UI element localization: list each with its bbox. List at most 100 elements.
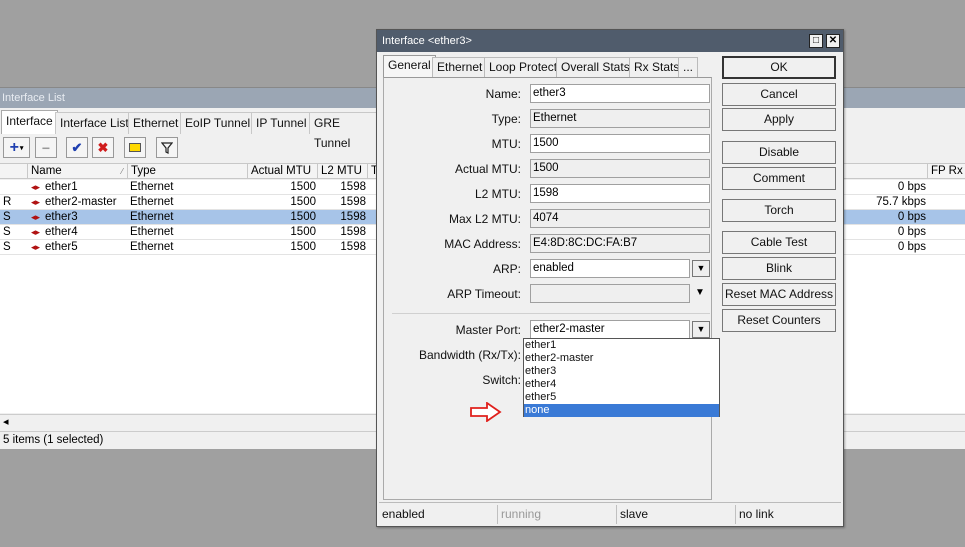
type-field: Ethernet — [530, 109, 710, 128]
row-l2-mtu: 1598 — [340, 196, 366, 208]
filter-button[interactable] — [156, 137, 178, 158]
row-actual-mtu: 1500 — [290, 241, 316, 253]
enable-button[interactable]: ✔ — [66, 137, 88, 158]
col-actual-mtu[interactable]: Actual MTU — [248, 164, 318, 179]
actual-mtu-label: Actual MTU: — [454, 162, 521, 176]
reset-counters-button[interactable]: Reset Counters — [722, 309, 836, 332]
tab-ip-tunnel[interactable]: IP Tunnel — [251, 112, 312, 134]
arp-timeout-chevron-down-icon[interactable]: ▼ — [695, 288, 705, 298]
max-l2-mtu-field: 4074 — [530, 209, 710, 228]
add-button[interactable]: + ▾ — [3, 137, 30, 158]
status-enabled: enabled — [379, 505, 498, 524]
x-icon: ✖ — [97, 139, 109, 155]
dropdown-option[interactable]: none — [524, 404, 719, 417]
row-rate: 0 bps — [897, 181, 926, 193]
tab-general[interactable]: General — [383, 55, 436, 78]
tab-rx-stats[interactable]: Rx Stats — [629, 57, 685, 77]
tab-interface[interactable]: Interface — [1, 110, 58, 134]
status-slave: slave — [617, 505, 736, 524]
dialog-title[interactable]: Interface <ether3> — [377, 30, 843, 52]
separator — [392, 313, 710, 314]
torch-button[interactable]: Torch — [722, 199, 836, 222]
row-l2-mtu: 1598 — [340, 181, 366, 193]
dialog-tab-bar: General Ethernet Loop Protect Overall St… — [383, 55, 713, 78]
col-fp-rx[interactable]: FP Rx — [928, 164, 965, 179]
general-panel: Name: ether3 Type: Ethernet MTU: 1500 Ac… — [383, 77, 712, 500]
mac-address-label: MAC Address: — [444, 237, 521, 251]
dropdown-option[interactable]: ether2-master — [524, 352, 719, 365]
dropdown-option[interactable]: ether3 — [524, 365, 719, 378]
row-name: ether3 — [45, 211, 78, 223]
col-name-label: Name — [31, 165, 62, 177]
dropdown-option[interactable]: ether1 — [524, 339, 719, 352]
tab-bar: Interface Interface List Ethernet EoIP T… — [0, 110, 380, 150]
col-name[interactable]: Name ⁄ — [28, 164, 128, 179]
close-icon[interactable]: ✕ — [826, 34, 840, 48]
ok-button[interactable]: OK — [722, 56, 836, 79]
row-type: Ethernet — [130, 226, 174, 238]
remove-button[interactable]: − — [35, 137, 57, 158]
master-port-options: ether1 ether2-master ether3 ether4 ether5 non… — [523, 338, 720, 417]
tab-loop-protect[interactable]: Loop Protect — [484, 57, 563, 77]
row-flag: S — [3, 226, 11, 238]
disable-button[interactable]: ✖ — [92, 137, 114, 158]
dropdown-option[interactable]: ether4 — [524, 378, 719, 391]
remove-icon: − — [41, 139, 51, 156]
mtu-label: MTU: — [491, 137, 521, 151]
blink-button[interactable]: Blink — [722, 257, 836, 280]
reset-mac-address-button[interactable]: Reset MAC Address — [722, 283, 836, 306]
tab-ethernet[interactable]: Ethernet — [432, 57, 488, 77]
mtu-input[interactable]: 1500 — [530, 134, 710, 153]
tab-interface-list[interactable]: Interface List — [55, 112, 134, 134]
cancel-button[interactable]: Cancel — [722, 83, 836, 106]
check-icon: ✔ — [71, 139, 83, 155]
row-rate: 0 bps — [897, 241, 926, 253]
dialog-status-bar: enabled running slave no link — [379, 502, 841, 524]
row-name: ether1 — [45, 181, 78, 193]
tab-more[interactable]: ... — [678, 57, 699, 77]
row-flag: S — [3, 241, 11, 253]
col-rate[interactable] — [844, 164, 928, 179]
arp-dropdown-button[interactable]: ▼ — [692, 260, 710, 277]
row-type: Ethernet — [130, 241, 174, 253]
mac-address-field: E4:8D:8C:DC:FA:B7 — [530, 234, 710, 253]
row-type: Ethernet — [130, 211, 174, 223]
filter-icon — [161, 141, 173, 154]
name-input[interactable]: ether3 — [530, 84, 710, 103]
arp-select[interactable]: enabled — [530, 259, 690, 278]
maximize-icon[interactable]: □ — [809, 34, 823, 48]
row-actual-mtu: 1500 — [290, 181, 316, 193]
arp-timeout-label: ARP Timeout: — [447, 287, 521, 301]
ethernet-port-icon: ◂▸ — [31, 197, 41, 207]
tab-overall-stats[interactable]: Overall Stats — [556, 57, 635, 77]
row-flag: R — [3, 196, 12, 208]
ethernet-port-icon: ◂▸ — [31, 182, 41, 192]
comment-button[interactable] — [124, 137, 146, 158]
row-name: ether2-master — [45, 196, 117, 208]
row-l2-mtu: 1598 — [340, 241, 366, 253]
tab-ethernet[interactable]: Ethernet — [128, 112, 184, 134]
scroll-left-icon[interactable]: ◂ — [3, 415, 9, 429]
row-type: Ethernet — [130, 181, 174, 193]
tab-eoip-tunnel[interactable]: EoIP Tunnel — [180, 112, 256, 134]
master-port-dropdown-button[interactable]: ▼ — [692, 321, 710, 338]
col-l2-mtu[interactable]: L2 MTU — [318, 164, 368, 179]
dropdown-option[interactable]: ether5 — [524, 391, 719, 404]
row-actual-mtu: 1500 — [290, 211, 316, 223]
row-actual-mtu: 1500 — [290, 226, 316, 238]
master-port-select[interactable]: ether2-master — [530, 320, 690, 339]
interface-dialog: Interface <ether3> □ ✕ General Ethernet … — [376, 29, 844, 527]
cable-test-button[interactable]: Cable Test — [722, 231, 836, 254]
ethernet-port-icon: ◂▸ — [31, 227, 41, 237]
arp-timeout-input[interactable] — [530, 284, 690, 303]
disable-button[interactable]: Disable — [722, 141, 836, 164]
apply-button[interactable]: Apply — [722, 108, 836, 131]
l2-mtu-label: L2 MTU: — [474, 187, 521, 201]
dropdown-icon: ▼ — [696, 263, 706, 273]
col-flag[interactable] — [0, 164, 28, 179]
l2-mtu-input[interactable]: 1598 — [530, 184, 710, 203]
col-type[interactable]: Type — [128, 164, 248, 179]
ethernet-port-icon: ◂▸ — [31, 242, 41, 252]
comment-button[interactable]: Comment — [722, 167, 836, 190]
tab-gre-tunnel[interactable]: GRE Tunnel — [309, 112, 380, 150]
